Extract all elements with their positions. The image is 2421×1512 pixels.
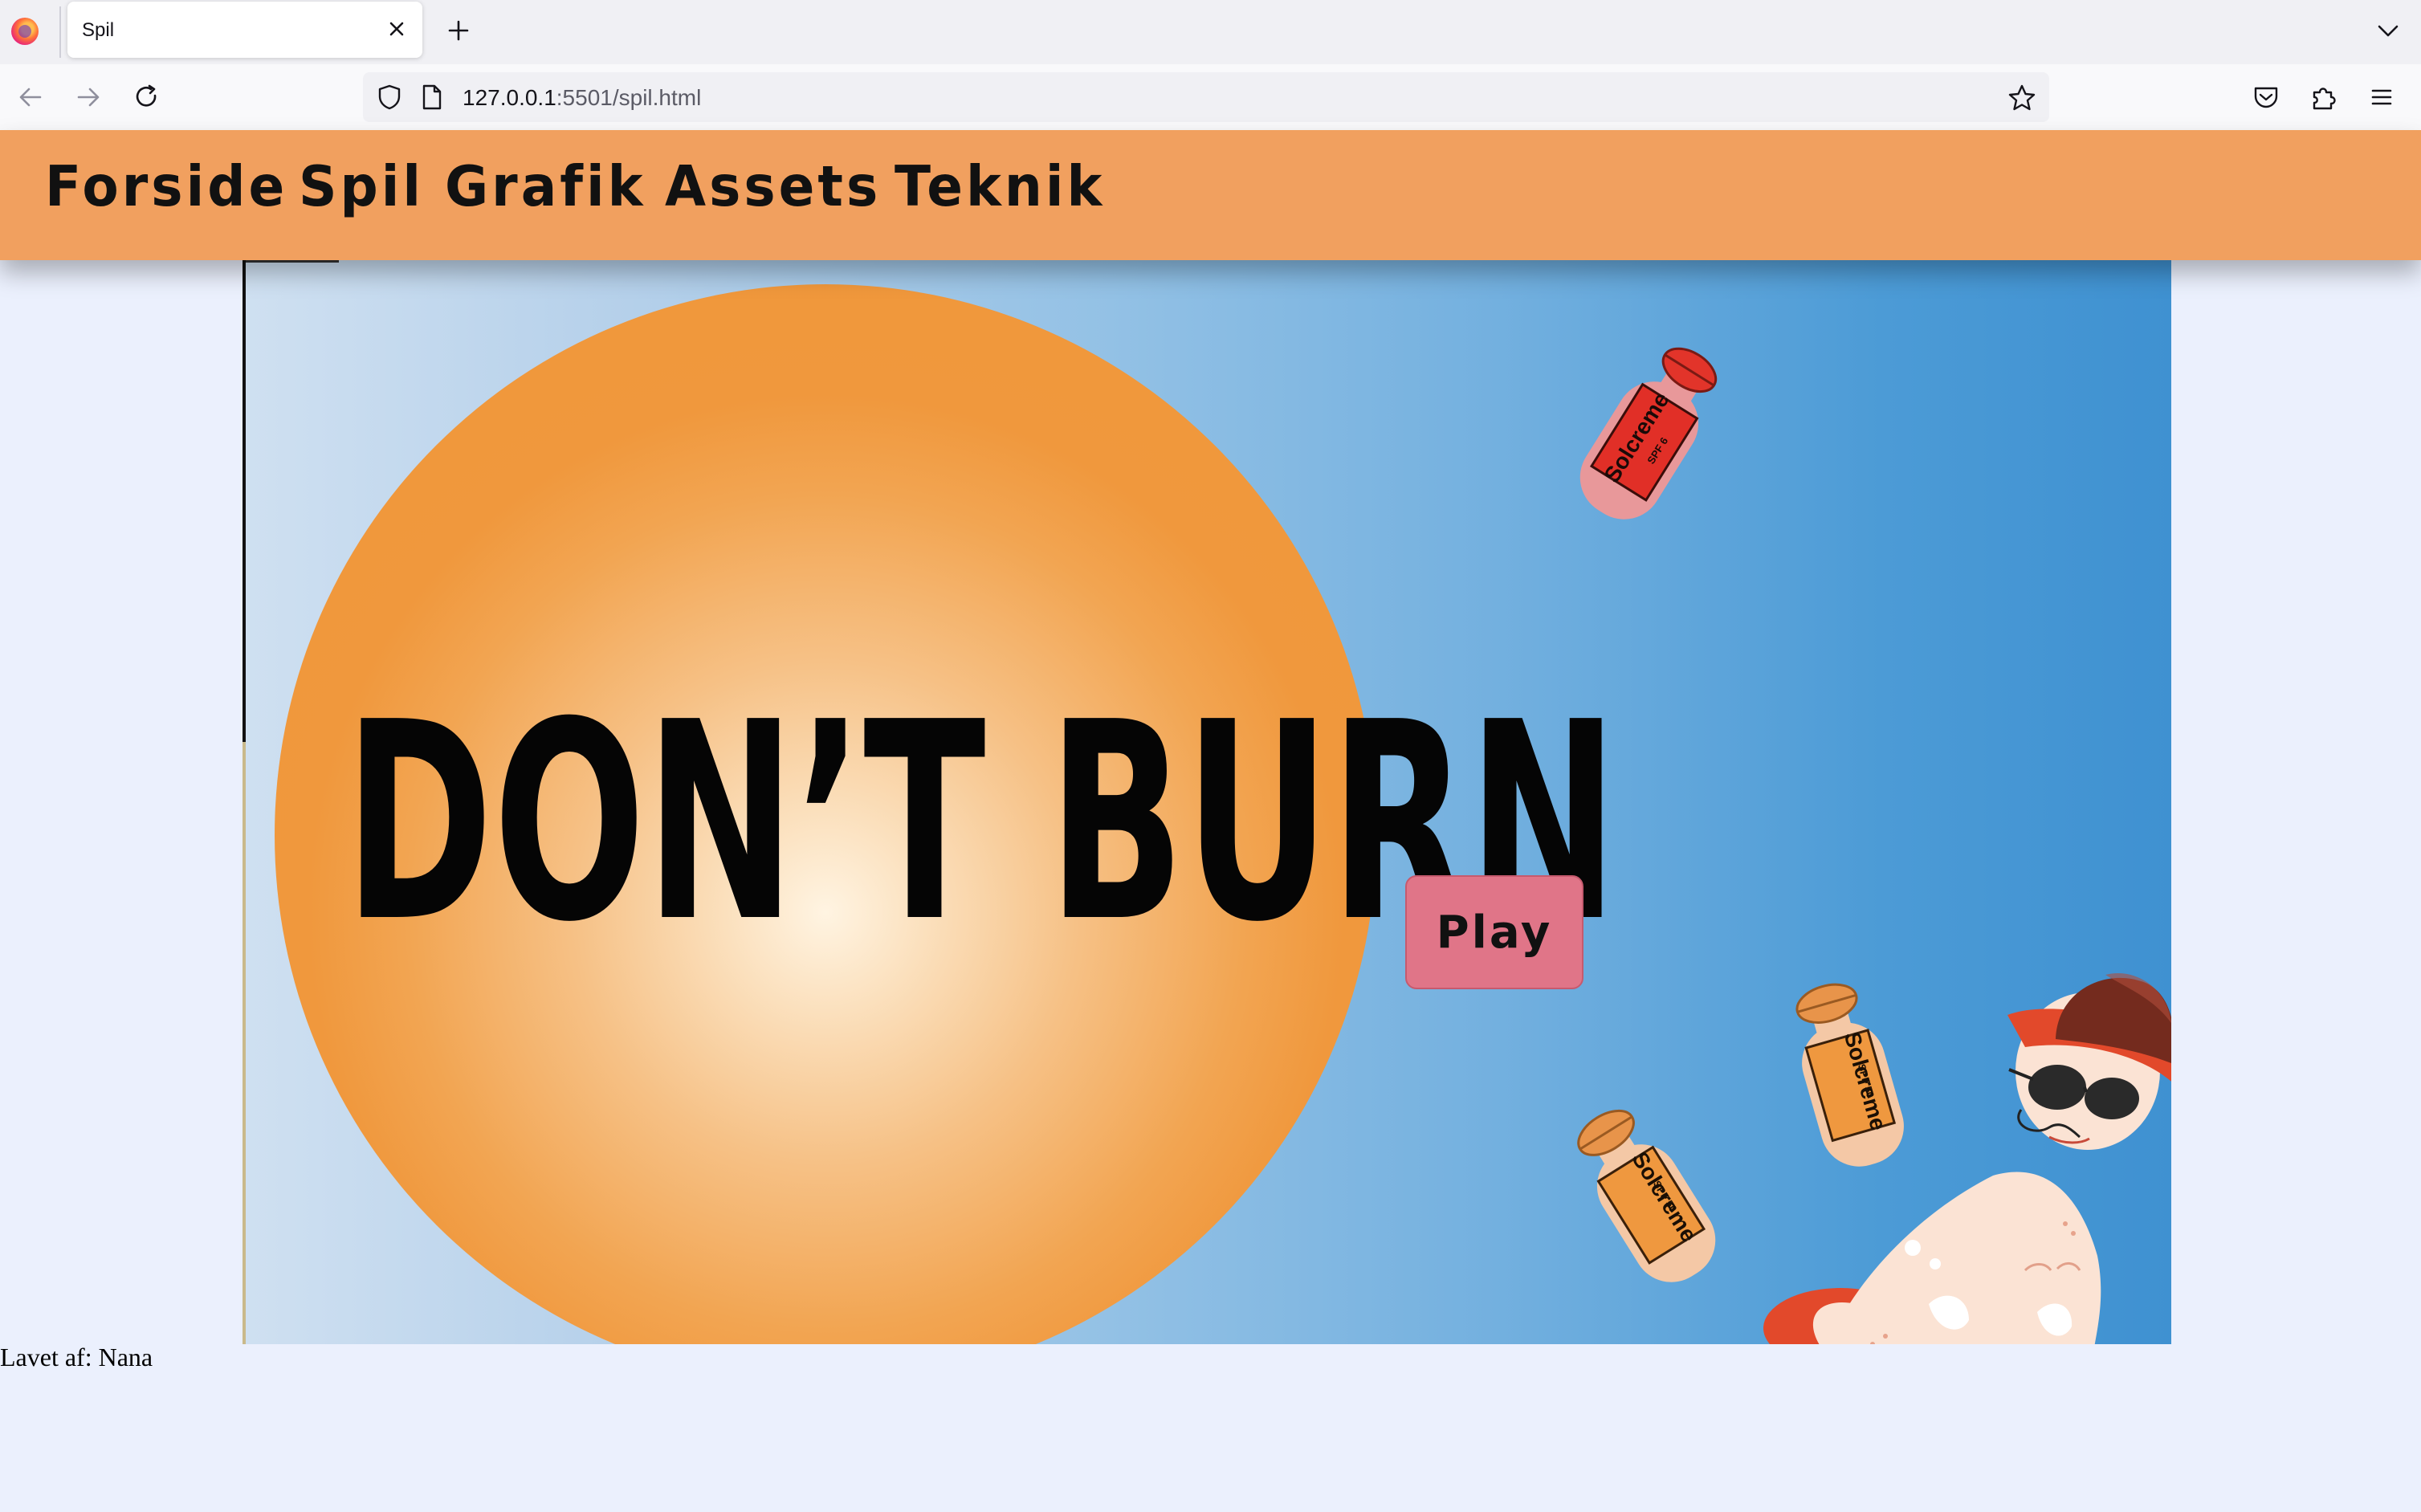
tracking-protection-shield-icon[interactable] <box>374 82 405 112</box>
nav-link-forside[interactable]: Forside <box>45 154 287 219</box>
nav-link-grafik[interactable]: Grafik <box>445 154 646 219</box>
page-info-icon[interactable] <box>418 83 445 112</box>
forward-arrow-icon[interactable] <box>71 79 106 115</box>
game-title-graphic: DON’T BURN <box>344 664 1618 982</box>
site-navigation: Forside Spil Grafik Assets Teknik <box>0 130 2421 260</box>
play-button[interactable]: Play <box>1405 875 1583 989</box>
back-arrow-icon[interactable] <box>13 79 48 115</box>
address-bar[interactable]: 127.0.0.1:5501/spil.html <box>363 72 2049 122</box>
bookmark-star-icon[interactable] <box>2006 82 2038 114</box>
browser-tab[interactable]: Spil <box>67 2 422 58</box>
footer-credit: Lavet af: Nana <box>0 1343 153 1371</box>
close-tab-icon[interactable] <box>381 13 413 45</box>
game-screen[interactable]: Solcreme SPF 6 Solcreme SPF 50 Solcreme … <box>243 260 2171 1344</box>
menu-hamburger-icon[interactable] <box>2364 79 2399 115</box>
tab-separator <box>59 6 61 58</box>
nav-link-spil[interactable]: Spil <box>299 154 424 219</box>
reload-icon[interactable] <box>129 79 165 115</box>
tab-title: Spil <box>82 19 115 41</box>
list-all-tabs-icon[interactable] <box>2372 16 2404 45</box>
firefox-logo-icon <box>11 18 39 45</box>
url-text[interactable]: 127.0.0.1:5501/spil.html <box>463 85 701 111</box>
pocket-icon[interactable] <box>2248 79 2284 115</box>
nav-link-assets[interactable]: Assets <box>665 154 881 219</box>
browser-tab-strip: Spil <box>0 0 2421 65</box>
url-path: :5501/spil.html <box>556 85 702 110</box>
extensions-puzzle-icon[interactable] <box>2306 79 2342 115</box>
url-host: 127.0.0.1 <box>463 85 556 110</box>
browser-toolbar: 127.0.0.1:5501/spil.html <box>0 64 2421 130</box>
nav-link-teknik[interactable]: Teknik <box>895 154 1105 219</box>
new-tab-icon[interactable] <box>441 13 476 48</box>
